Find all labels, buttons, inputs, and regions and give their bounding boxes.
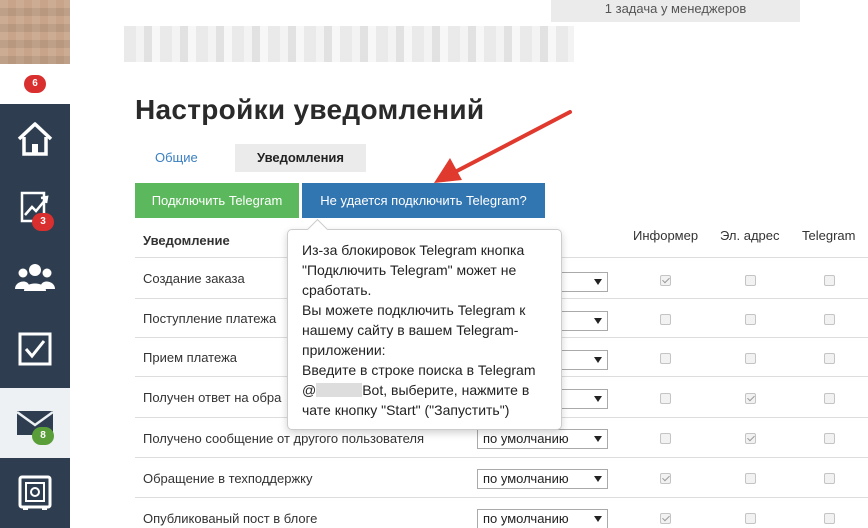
email-checkbox[interactable] <box>745 513 756 524</box>
connect-telegram-button[interactable]: Подключить Telegram <box>135 183 299 218</box>
settings-tabs: Общие Уведомления <box>135 144 366 172</box>
telegram-checkbox[interactable] <box>824 433 835 444</box>
telegram-checkbox[interactable] <box>824 275 835 286</box>
column-header-telegram: Telegram <box>802 228 856 243</box>
column-header-email: Эл. адрес <box>720 228 780 243</box>
chevron-down-icon <box>594 396 602 402</box>
analytics-badge: 3 <box>32 213 54 231</box>
informer-checkbox[interactable] <box>660 275 671 286</box>
sidebar-item-tasks[interactable] <box>0 316 70 382</box>
email-checkbox[interactable] <box>745 393 756 404</box>
table-row-label: Обращение в техподдержку <box>143 471 313 486</box>
email-checkbox[interactable] <box>745 433 756 444</box>
manager-tasks-notice[interactable]: 1 задача у менеджеров <box>551 0 800 22</box>
telegram-checkbox[interactable] <box>824 473 835 484</box>
select-value: по умолчанию <box>483 431 569 446</box>
informer-checkbox[interactable] <box>660 314 671 325</box>
tab-notifications[interactable]: Уведомления <box>235 144 366 172</box>
email-checkbox[interactable] <box>745 473 756 484</box>
tooltip-text-instructions: Введите в строке поиска в Telegram @ Bot,… <box>302 360 547 420</box>
telegram-checkbox[interactable] <box>824 513 835 524</box>
sidebar: 6 3 8 <box>0 0 70 528</box>
avatar[interactable] <box>0 0 70 64</box>
blurred-user-info <box>124 26 574 62</box>
chevron-down-icon <box>594 279 602 285</box>
chevron-down-icon <box>594 476 602 482</box>
telegram-help-tooltip: Из-за блокировок Telegram кнопка "Подклю… <box>287 229 562 430</box>
table-row-label: Создание заказа <box>143 271 245 286</box>
telegram-checkbox[interactable] <box>824 393 835 404</box>
frequency-select[interactable]: по умолчанию <box>477 509 608 528</box>
messages-badge: 8 <box>32 427 54 445</box>
chevron-down-icon <box>594 436 602 442</box>
table-row-label: Прием платежа <box>143 350 238 365</box>
sidebar-item-home[interactable] <box>0 106 70 172</box>
sidebar-item-messages[interactable]: 8 <box>0 388 70 458</box>
table-row-label: Получен ответ на обра <box>143 390 282 405</box>
tooltip-text-blocking: Из-за блокировок Telegram кнопка "Подклю… <box>302 242 525 298</box>
tooltip-text-alternative: Вы можете подключить Telegram к нашему с… <box>302 302 526 358</box>
table-row-label: Поступление платежа <box>143 311 277 326</box>
users-icon <box>15 264 55 291</box>
select-value: по умолчанию <box>483 511 569 526</box>
informer-checkbox[interactable] <box>660 433 671 444</box>
table-row-label: Опубликованый пост в блоге <box>143 511 318 526</box>
sidebar-item-analytics[interactable]: 3 <box>0 174 70 240</box>
frequency-select[interactable]: по умолчанию <box>477 469 608 489</box>
informer-checkbox[interactable] <box>660 393 671 404</box>
informer-checkbox[interactable] <box>660 353 671 364</box>
informer-checkbox[interactable] <box>660 513 671 524</box>
row-divider <box>135 497 868 498</box>
email-checkbox[interactable] <box>745 353 756 364</box>
telegram-checkbox[interactable] <box>824 314 835 325</box>
checkbox-icon <box>18 332 52 366</box>
column-header-notification: Уведомление <box>143 233 230 248</box>
email-checkbox[interactable] <box>745 275 756 286</box>
home-icon <box>17 122 53 156</box>
table-row-label: Получено сообщение от другого пользовате… <box>143 431 424 446</box>
avatar-badge: 6 <box>24 75 46 93</box>
email-checkbox[interactable] <box>745 314 756 325</box>
frequency-select[interactable]: по умолчанию <box>477 429 608 449</box>
safe-icon <box>18 475 52 510</box>
avatar-badge-area: 6 <box>0 64 70 104</box>
chevron-down-icon <box>594 318 602 324</box>
telegram-checkbox[interactable] <box>824 353 835 364</box>
chevron-down-icon <box>594 516 602 522</box>
column-header-informer: Информер <box>633 228 699 243</box>
sidebar-item-safe[interactable] <box>0 460 70 526</box>
annotation-arrow <box>434 110 572 183</box>
chevron-down-icon <box>594 357 602 363</box>
blurred-bot-name <box>316 383 363 397</box>
informer-checkbox[interactable] <box>660 473 671 484</box>
select-value: по умолчанию <box>483 471 569 486</box>
sidebar-item-users[interactable] <box>0 244 70 310</box>
row-divider <box>135 457 868 458</box>
tab-general[interactable]: Общие <box>135 144 235 172</box>
